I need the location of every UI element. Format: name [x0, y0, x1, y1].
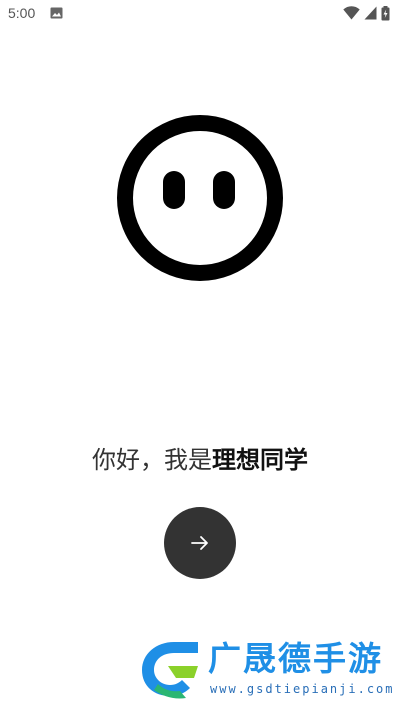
watermark: 广晟德手游 www.gsdtiepianji.com: [138, 634, 400, 706]
greeting-text: 你好，我是理想同学: [0, 443, 400, 477]
smiley-face-icon: [117, 115, 283, 281]
status-bar: 5:00: [0, 0, 400, 28]
next-button[interactable]: [164, 507, 236, 579]
arrow-right-icon: [191, 536, 208, 550]
battery-charging-icon: [381, 5, 390, 20]
greeting-prefix: 你好，我是: [92, 446, 212, 474]
watermark-logo-icon: [142, 642, 198, 699]
wifi-icon: [343, 6, 360, 20]
image-notification-icon: [50, 7, 63, 19]
watermark-url: www.gsdtiepianji.com: [210, 682, 395, 696]
status-icons: [343, 5, 390, 21]
watermark-title: 广晟德手游: [208, 639, 383, 678]
assistant-name: 理想同学: [212, 446, 308, 474]
status-time: 5:00: [8, 5, 36, 21]
cellular-signal-icon: [364, 6, 377, 20]
